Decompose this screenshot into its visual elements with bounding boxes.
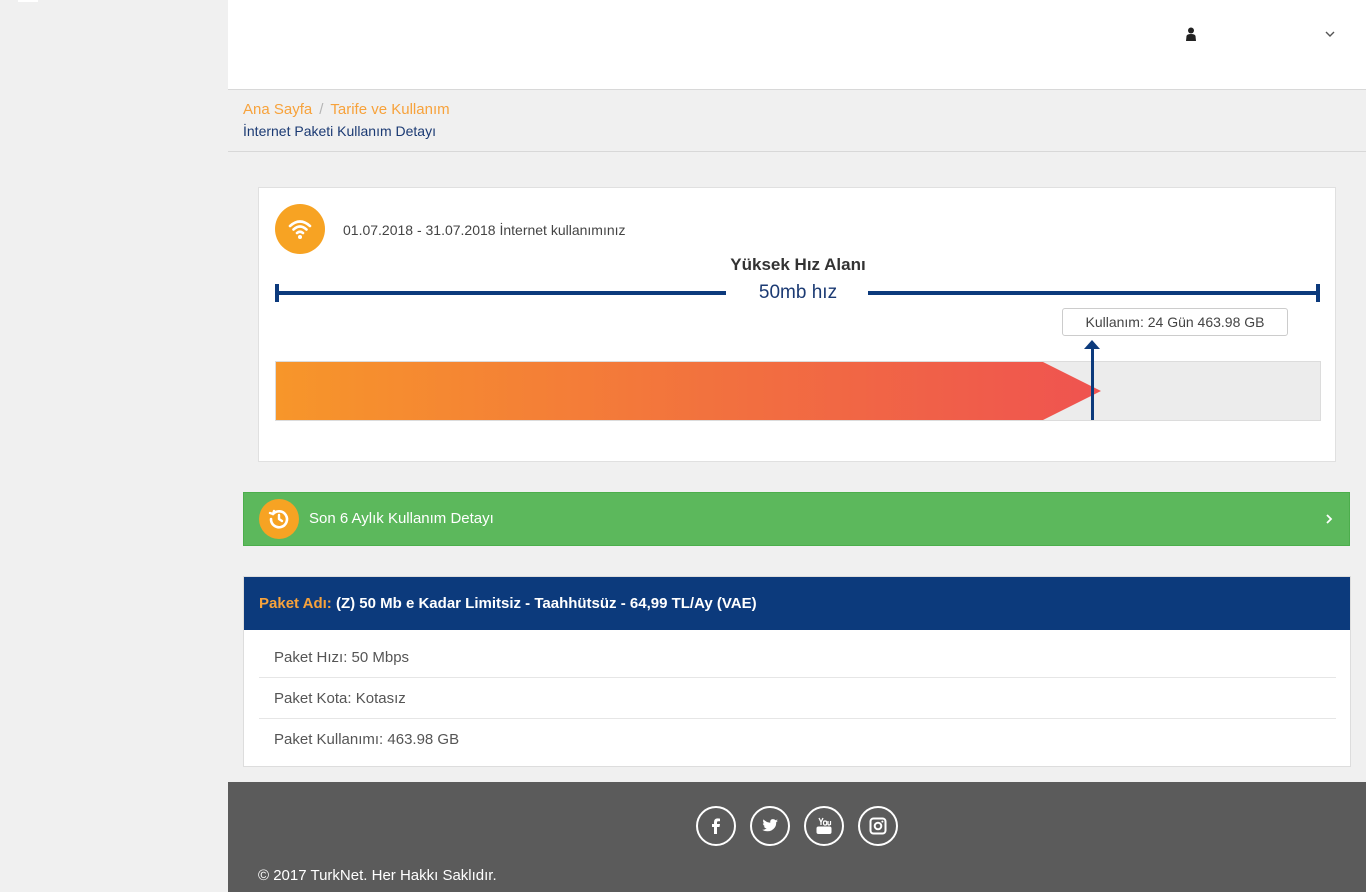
usage-marker-line — [1091, 346, 1094, 420]
breadcrumb-separator: / — [319, 101, 324, 118]
package-speed-row: Paket Hızı: 50 Mbps — [259, 637, 1336, 678]
chevron-down-icon[interactable] — [1324, 28, 1336, 40]
package-name: Paket Adı: (Z) 50 Mb e Kadar Limitsiz - … — [259, 595, 757, 612]
sidebar-mark — [18, 0, 38, 2]
twitter-icon[interactable] — [750, 806, 790, 846]
chevron-right-icon — [1326, 514, 1333, 524]
usage-history-label: Son 6 Aylık Kullanım Detayı — [309, 510, 494, 527]
page-title: İnternet Paketi Kullanım Detayı — [243, 123, 436, 139]
wifi-icon — [275, 204, 325, 254]
breadcrumb: Ana Sayfa / Tarife ve Kullanım İnternet Pa… — [228, 91, 1366, 152]
usage-card: 01.07.2018 - 31.07.2018 İnternet kullanı… — [258, 187, 1336, 462]
instagram-icon[interactable] — [858, 806, 898, 846]
zone-title: Yüksek Hız Alanı — [730, 255, 866, 274]
package-name-key: Paket Adı: — [259, 595, 332, 612]
package-header: Paket Adı: (Z) 50 Mb e Kadar Limitsiz - … — [244, 577, 1350, 630]
package-panel: Paket Adı: (Z) 50 Mb e Kadar Limitsiz - … — [243, 576, 1351, 767]
facebook-icon[interactable] — [696, 806, 736, 846]
breadcrumb-trail: Ana Sayfa / Tarife ve Kullanım — [243, 101, 450, 118]
copyright-text: © 2017 TurkNet. Her Hakkı Saklıdır. — [258, 867, 497, 884]
history-icon — [259, 499, 299, 539]
breadcrumb-section-link[interactable]: Tarife ve Kullanım — [330, 101, 449, 118]
social-links — [696, 806, 906, 848]
usage-progress-fill — [276, 362, 1101, 420]
package-usage-row: Paket Kullanımı: 463.98 GB — [274, 731, 460, 748]
youtube-icon[interactable] — [804, 806, 844, 846]
top-header — [228, 0, 1366, 90]
sidebar — [0, 0, 228, 892]
usage-progress-track — [275, 361, 1321, 421]
package-name-value: (Z) 50 Mb e Kadar Limitsiz - Taahhütsüz … — [335, 595, 757, 612]
breadcrumb-home-link[interactable]: Ana Sayfa — [243, 101, 312, 118]
user-icon[interactable] — [1185, 27, 1197, 41]
speed-range-line-right — [868, 291, 1319, 295]
usage-period: 01.07.2018 - 31.07.2018 İnternet kullanı… — [343, 222, 626, 238]
package-quota-row: Paket Kota: Kotasız — [259, 678, 1336, 719]
footer: © 2017 TurkNet. Her Hakkı Saklıdır. — [228, 782, 1366, 892]
usage-tag: Kullanım: 24 Gün 463.98 GB — [1062, 308, 1288, 336]
speed-range-cap-right — [1316, 284, 1320, 302]
usage-history-button[interactable]: Son 6 Aylık Kullanım Detayı — [243, 492, 1350, 546]
